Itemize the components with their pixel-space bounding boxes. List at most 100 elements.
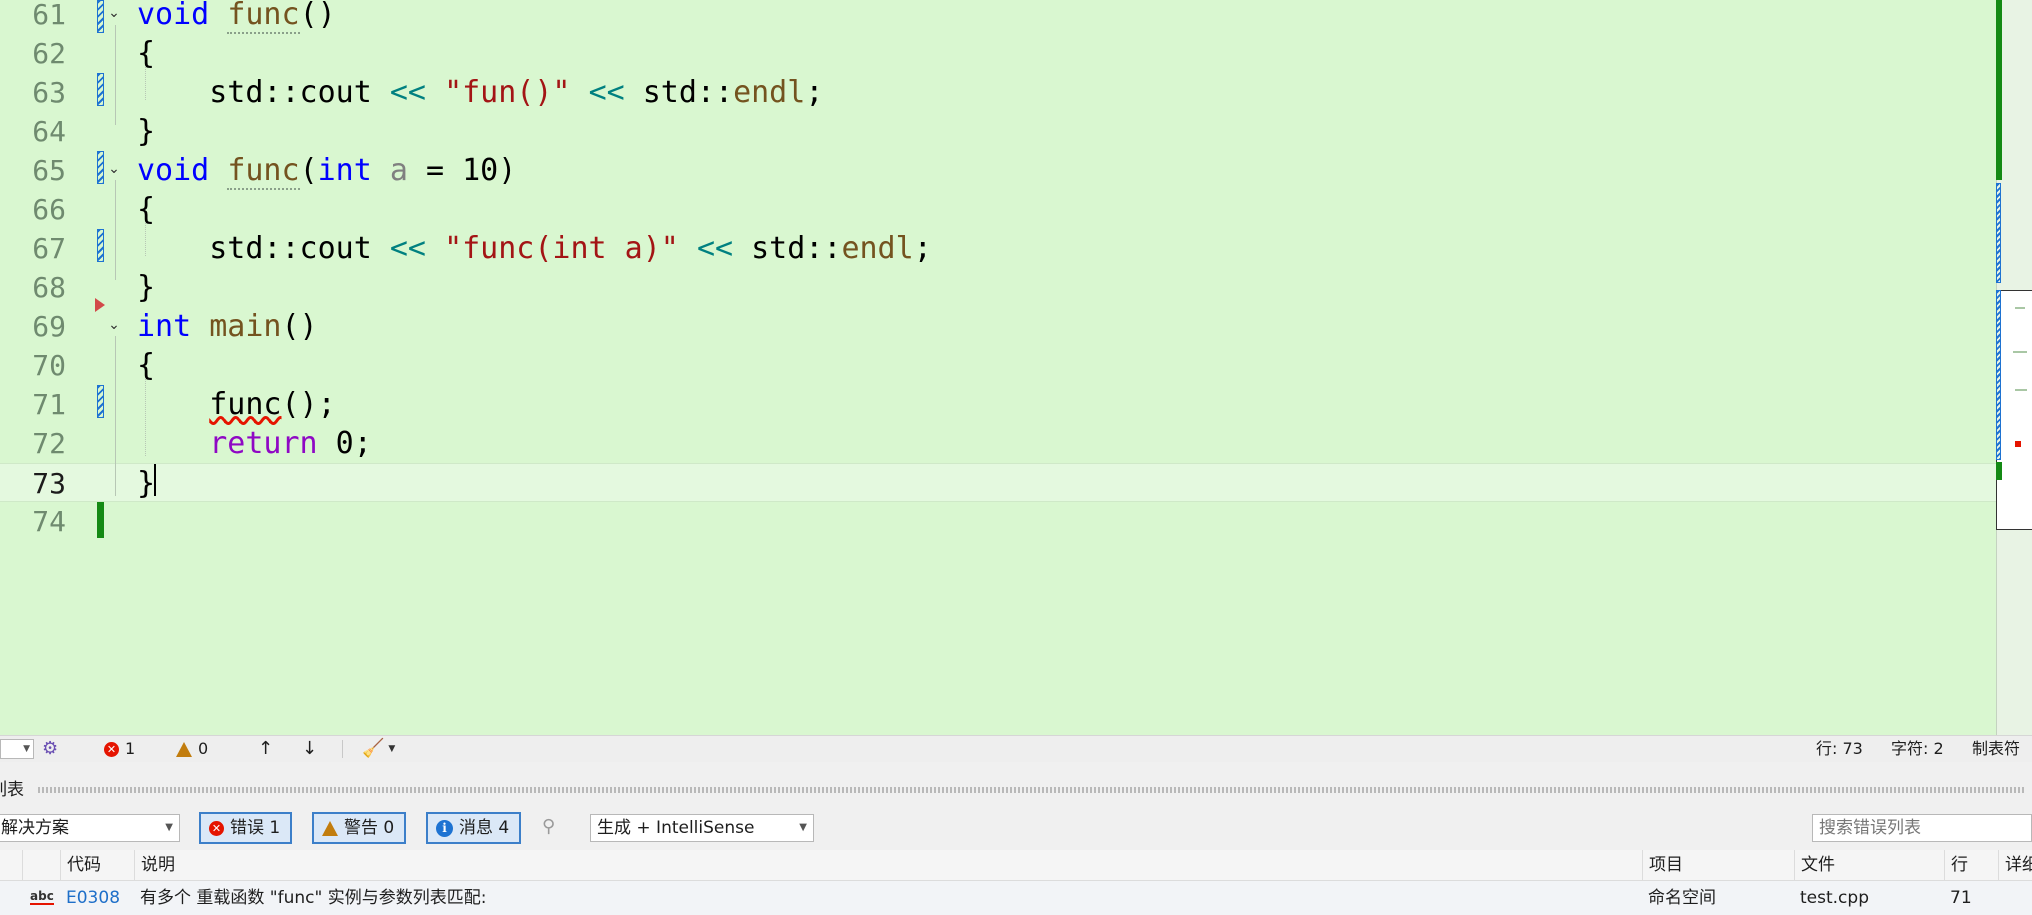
code-line[interactable]: 71 func(); [0,385,1996,424]
minimap-code-line [2015,307,2025,309]
char-indicator[interactable]: 字符: 2 [1891,736,1944,762]
panel-title: 列表 [0,780,24,800]
minimap-viewport[interactable] [1996,290,2032,530]
code-text[interactable]: int main() [137,307,318,346]
code-token: std::cout [137,75,390,110]
column-header-project[interactable]: 项目 [1642,850,1794,880]
code-text[interactable]: } [137,464,155,503]
code-line[interactable]: 74 [0,502,1996,541]
code-token: endl [733,75,806,110]
change-marker-icon [97,0,104,33]
code-line[interactable]: 72 return 0; [0,424,1996,463]
change-marker-icon [97,73,104,106]
code-line[interactable]: 65 void func(int a = 10) [0,151,1996,190]
code-line[interactable]: 69 int main() [0,307,1996,346]
code-line[interactable]: 73} [0,463,1996,502]
code-text[interactable]: } [137,268,155,307]
column-header-detail[interactable]: 详细 [1998,850,2032,880]
line-number: 63 [32,76,66,109]
source-dropdown[interactable]: 生成 + IntelliSense ▼ [590,814,814,842]
arrow-down-icon[interactable]: ↓ [302,736,317,762]
error-description: 有多个 重载函数 "func" 实例与参数列表匹配: [140,888,487,908]
code-token: << [588,75,625,110]
panel-grip[interactable] [38,787,2026,793]
code-token: func [209,387,282,422]
error-code-link[interactable]: E0308 [60,881,134,915]
line-number: 64 [32,115,66,148]
column-header-code[interactable]: 代码 [60,850,134,880]
minimap-code-line [2015,389,2027,391]
code-token: func [227,0,300,34]
code-line[interactable]: 63 std::cout << "fun()" << std::endl; [0,73,1996,112]
filter-icon[interactable]: ⚲ [542,816,555,837]
code-text[interactable]: std::cout << "fun()" << std::endl; [137,73,823,112]
code-token: int [317,153,372,188]
intellicode-icon[interactable]: ⚙ [42,736,58,762]
warning-count[interactable]: 0 [176,736,208,762]
code-text[interactable]: } [137,112,155,151]
code-token: () [299,0,336,32]
code-line[interactable]: 67 std::cout << "func(int a)" << std::en… [0,229,1996,268]
code-token: = 10) [407,153,517,188]
info-icon: i [436,819,453,837]
code-token: endl [841,231,914,266]
code-token: } [137,270,156,305]
minimap-error-mark [2015,441,2021,447]
code-line[interactable]: 68} [0,268,1996,307]
messages-filter-button[interactable]: i 消息 4 [426,812,522,844]
code-text[interactable]: func(); [137,385,335,424]
code-token: "fun()" [444,75,571,110]
code-token: func [227,153,300,190]
line-number: 62 [32,37,66,70]
code-text[interactable]: std::cout << "func(int a)" << std::endl; [137,229,932,268]
code-text[interactable]: void func() [137,0,336,34]
search-input[interactable]: 搜索错误列表 [1812,814,2032,842]
line-number: 71 [32,388,66,421]
fold-toggle-icon[interactable]: ⌄ [106,5,122,21]
spellcheck-error-icon: abc [30,889,54,905]
column-header-file[interactable]: 文件 [1794,850,1944,880]
code-editor[interactable]: 61 void func() 62{63 std::cout << "fun()" … [0,0,1996,735]
column-header-description[interactable]: 说明 [134,850,1642,880]
code-token: ; [913,231,932,266]
editor-status-bar: ▼ ⚙ ✕ 1 0 ↑ ↓ 🧹 ▼ 行: 73 字符: 2 制表符 [0,735,2032,762]
column-header-icon[interactable] [22,850,60,880]
fold-toggle-icon[interactable]: ⌄ [106,161,122,177]
zoom-combo[interactable]: ▼ [0,739,34,759]
code-text[interactable]: return 0; [137,424,372,463]
code-token: int [137,309,192,344]
code-text[interactable]: void func(int a = 10) [137,151,516,190]
arrow-up-icon[interactable]: ↑ [258,736,273,762]
change-marker-icon [97,229,104,262]
errors-filter-button[interactable]: ✕ 错误 1 [199,812,293,844]
error-list-titlebar[interactable]: 列表 [0,775,2032,805]
code-token: "func(int a)" [444,231,679,266]
code-line[interactable]: 66{ [0,190,1996,229]
warnings-filter-button[interactable]: 警告 0 [312,812,407,844]
table-row[interactable]: abc E0308 有多个 重载函数 "func" 实例与参数列表匹配: 命名空… [0,881,2032,915]
error-count[interactable]: ✕ 1 [104,736,135,762]
indent-mode[interactable]: 制表符 [1972,736,2020,762]
error-list-toolbar: 解决方案 ▼ ✕ 错误 1 警告 0 i 消息 4 ⚲ 生成 + IntelliSen… [0,808,2032,848]
code-line[interactable]: 70{ [0,346,1996,385]
column-header-line[interactable]: 行 [1944,850,1998,880]
scope-dropdown[interactable]: 解决方案 ▼ [0,814,180,842]
code-line[interactable]: 64} [0,112,1996,151]
line-number: 74 [32,505,66,538]
line-number: 70 [32,349,66,382]
indent-guide [145,222,147,256]
breakpoint-arrow-icon[interactable] [95,298,105,312]
code-line[interactable]: 61 void func() [0,0,1996,34]
separator [342,740,343,758]
cleanup-broom-icon[interactable]: 🧹 ▼ [362,736,395,762]
fold-toggle-icon[interactable]: ⌄ [106,317,122,333]
line-indicator[interactable]: 行: 73 [1816,736,1863,762]
minimap-code-line [2013,351,2027,353]
line-number: 65 [32,154,66,187]
change-marker-icon [97,151,104,184]
code-line[interactable]: 62{ [0,34,1996,73]
